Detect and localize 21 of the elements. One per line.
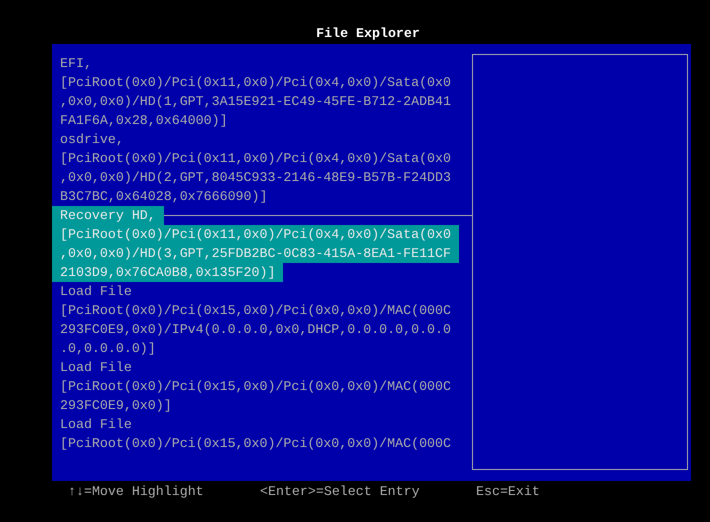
entry-line[interactable]: FA1F6A,0x28,0x64000)] <box>52 111 236 130</box>
entry-line[interactable]: ,0x0,0x0)/HD(1,GPT,3A15E921-EC49-45FE-B712-2ADB41 <box>52 92 459 111</box>
entry-line[interactable]: 293FC0E9,0x0)/IPv4(0.0.0.0,0x0,DHCP,0.0.0.0,0.0.0 <box>52 320 459 339</box>
entry-line[interactable]: Load File <box>52 415 140 434</box>
entry-line[interactable]: [PciRoot(0x0)/Pci(0x15,0x0)/Pci(0x0,0x0)/MAC(000C <box>52 434 459 453</box>
entry-line[interactable]: [PciRoot(0x0)/Pci(0x15,0x0)/Pci(0x0,0x0)/MAC(000C <box>52 301 459 320</box>
key-hint: Esc=Exit <box>476 483 541 501</box>
entry-line[interactable]: EFI, <box>52 54 100 73</box>
window-title: File Explorer <box>316 25 420 43</box>
entry-line[interactable]: osdrive, <box>52 130 132 149</box>
entry-line[interactable]: Load File <box>52 282 140 301</box>
entry-line[interactable]: ,0x0,0x0)/HD(2,GPT,8045C933-2146-48E9-B57B-F24DD3 <box>52 168 459 187</box>
entry-line[interactable]: [PciRoot(0x0)/Pci(0x11,0x0)/Pci(0x4,0x0)/Sata(0x0 <box>52 149 459 168</box>
entry-line[interactable]: [PciRoot(0x0)/Pci(0x15,0x0)/Pci(0x0,0x0)/MAC(000C <box>52 377 459 396</box>
key-hint: ↑↓=Move Highlight <box>68 483 205 501</box>
entry-line[interactable]: [PciRoot(0x0)/Pci(0x11,0x0)/Pci(0x4,0x0)/Sata(0x0 <box>52 73 459 92</box>
entry-line[interactable]: 293FC0E9,0x0)] <box>52 396 180 415</box>
entry-line[interactable]: .0,0.0.0.0)] <box>52 339 164 358</box>
entry-line[interactable]: B3C7BC,0x64028,0x7666090)] <box>52 187 276 206</box>
entry-line[interactable]: Load File <box>52 358 140 377</box>
key-hint: <Enter>=Select Entry <box>260 483 421 501</box>
